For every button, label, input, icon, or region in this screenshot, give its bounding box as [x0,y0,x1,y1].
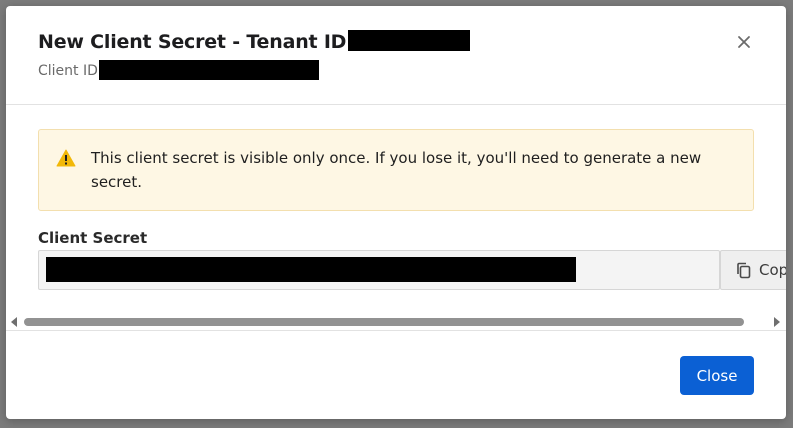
copy-button[interactable]: Copy [720,250,786,290]
client-secret-dialog: New Client Secret - Tenant ID Client ID … [6,6,786,419]
dialog-subtitle: Client ID [38,60,319,81]
alert-message: This client secret is visible only once.… [91,149,702,191]
dialog-header: New Client Secret - Tenant ID Client ID [6,6,786,105]
client-secret-field[interactable] [38,250,720,290]
close-button[interactable]: Close [680,356,754,395]
horizontal-scrollbar[interactable] [6,312,786,331]
dialog-footer: Close [6,330,786,419]
warning-icon [56,149,76,171]
copy-icon [736,262,752,283]
client-id-label: Client ID [38,63,98,79]
scroll-right-arrow-icon[interactable] [774,317,780,327]
copy-button-label: Copy [759,261,786,279]
dialog-body: This client secret is visible only once.… [6,105,786,331]
tenant-id-redacted [348,30,471,51]
scrollbar-thumb[interactable] [24,318,744,326]
client-id-redacted [98,60,319,80]
close-icon[interactable] [734,32,754,52]
dialog-title-text: New Client Secret - Tenant ID [38,31,347,53]
client-secret-redacted [46,257,576,282]
dialog-title: New Client Secret - Tenant ID [38,30,471,53]
warning-alert: This client secret is visible only once.… [38,129,754,211]
client-secret-label: Client Secret [38,229,148,247]
scroll-left-arrow-icon[interactable] [11,317,17,327]
